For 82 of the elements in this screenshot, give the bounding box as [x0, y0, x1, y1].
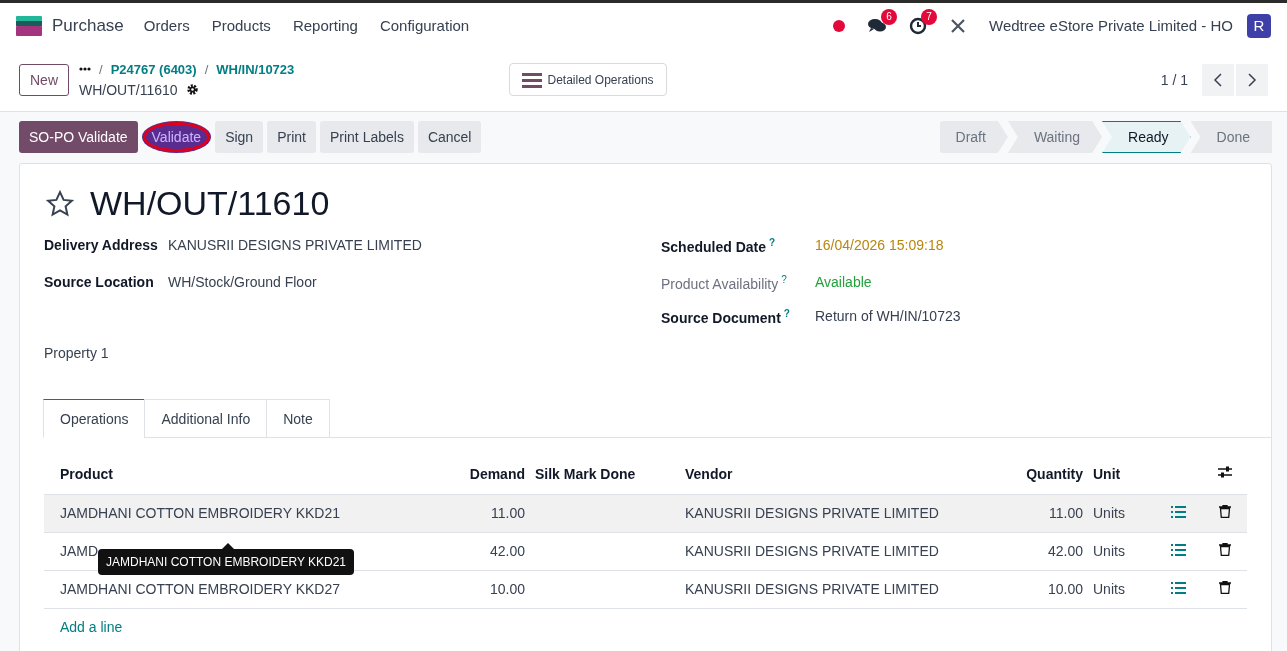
column-header[interactable]: Silk Mark Done [525, 454, 675, 494]
field-label: Scheduled Date $^{?}$ [661, 237, 777, 255]
company-name[interactable]: Wedtree eStore Private Limited - HO [989, 17, 1233, 34]
user-avatar[interactable]: R [1247, 13, 1271, 38]
chevron-right-icon [1247, 71, 1257, 88]
menu-item[interactable]: Products [211, 17, 271, 34]
next-button[interactable] [1236, 63, 1268, 96]
field-label: Source Document $^{?}$ [661, 308, 791, 326]
delete-icon[interactable] [1219, 581, 1231, 594]
field-value[interactable]: WH/Stock/Ground Floor [168, 274, 661, 290]
status-step[interactable]: Draft [939, 121, 1008, 153]
app-logo-icon[interactable] [16, 15, 42, 36]
column-settings-icon[interactable] [1217, 465, 1233, 480]
details-list-icon[interactable] [1170, 582, 1186, 594]
table-cell: 42.00 [460, 532, 525, 570]
action-button[interactable]: SO-PO Validate [19, 121, 138, 153]
action-button[interactable]: Sign [215, 121, 264, 153]
message-count-badge: 6 [881, 8, 897, 25]
table-cell: Units [1093, 570, 1153, 608]
chevron-left-icon [1213, 71, 1223, 88]
table-cell: KANUSRII DESIGNS PRIVATE LIMITED [675, 532, 1005, 570]
settings-icon[interactable] [185, 83, 199, 96]
detailed-operations-button[interactable]: Detailed Operations [508, 63, 667, 96]
details-list-icon[interactable] [1170, 506, 1186, 518]
breadcrumb-link[interactable]: WH/IN/10723 [216, 61, 295, 77]
action-button[interactable]: Print [267, 121, 316, 153]
column-header[interactable]: Demand [460, 454, 525, 494]
pager-value: 1 / 1 [1160, 71, 1188, 88]
menu-item[interactable]: Reporting [292, 17, 358, 34]
table-cell: 42.00 [1005, 532, 1093, 570]
column-header[interactable]: Vendor [675, 454, 1005, 494]
field-value[interactable]: Return of WH/IN/10723 [815, 308, 1247, 324]
delete-icon[interactable] [1219, 543, 1231, 556]
new-button[interactable]: New [19, 63, 69, 96]
action-button[interactable]: Validate [141, 121, 212, 153]
action-button[interactable]: Cancel [417, 121, 482, 153]
product-name: JAMD [60, 543, 99, 559]
menu-item[interactable]: Orders [143, 17, 190, 34]
table-cell: Units [1093, 494, 1153, 532]
table-cell: 10.00 [1005, 570, 1093, 608]
table-cell: 10.00 [460, 570, 525, 608]
status-step[interactable]: Waiting [1007, 121, 1103, 153]
clock-icon[interactable] [909, 16, 927, 35]
current-record-name: WH/OUT/11610 [79, 81, 178, 98]
action-button[interactable]: Print Labels [319, 121, 414, 153]
chat-icon[interactable] [867, 16, 887, 35]
table-cell: KANUSRII DESIGNS PRIVATE LIMITED [675, 570, 1005, 608]
details-list-icon[interactable] [1170, 544, 1186, 556]
breadcrumb-link[interactable]: P24767 (6403) [110, 61, 197, 77]
table-cell: 11.00 [1005, 494, 1093, 532]
column-header[interactable]: Unit [1093, 454, 1153, 494]
tab[interactable]: Operations [43, 399, 146, 438]
star-icon[interactable] [44, 188, 76, 219]
product-name: JAMDHANI COTTON EMBROIDERY KKD27 [60, 581, 341, 597]
activity-count-badge: 7 [921, 8, 937, 25]
tab[interactable]: Note [266, 399, 330, 438]
field-label: Product Availability $^{?}$ [661, 274, 788, 292]
previous-button[interactable] [1202, 63, 1234, 96]
field-label: Source Location [44, 274, 155, 290]
breadcrumb-separator: / [204, 61, 209, 77]
delete-icon[interactable] [1219, 505, 1231, 518]
table-cell: 11.00 [460, 494, 525, 532]
property-label: Property 1 [44, 345, 110, 361]
column-header[interactable]: Quantity [1005, 454, 1093, 494]
tab[interactable]: Additional Info [144, 399, 268, 438]
tooltip-pointer-icon [222, 543, 234, 549]
table-cell: KANUSRII DESIGNS PRIVATE LIMITED [675, 494, 1005, 532]
status-step[interactable]: Ready [1102, 121, 1191, 153]
column-header[interactable]: Product [44, 454, 460, 494]
list-icon [521, 71, 542, 88]
product-name: JAMDHANI COTTON EMBROIDERY KKD21 [60, 505, 341, 521]
menu-item[interactable]: Configuration [379, 17, 470, 34]
app-name[interactable]: Purchase [52, 15, 124, 36]
record-title: WH/OUT/11610 [90, 184, 330, 223]
add-line-link[interactable]: Add a line [60, 619, 123, 636]
status-step[interactable]: Done [1190, 121, 1272, 153]
more-icon[interactable] [79, 67, 91, 71]
status-dot-icon [833, 19, 845, 32]
field-label: Delivery Address [44, 237, 159, 253]
breadcrumb-separator: / [99, 61, 103, 77]
table-cell: Units [1093, 532, 1153, 570]
field-value[interactable]: KANUSRII DESIGNS PRIVATE LIMITED [168, 237, 661, 253]
